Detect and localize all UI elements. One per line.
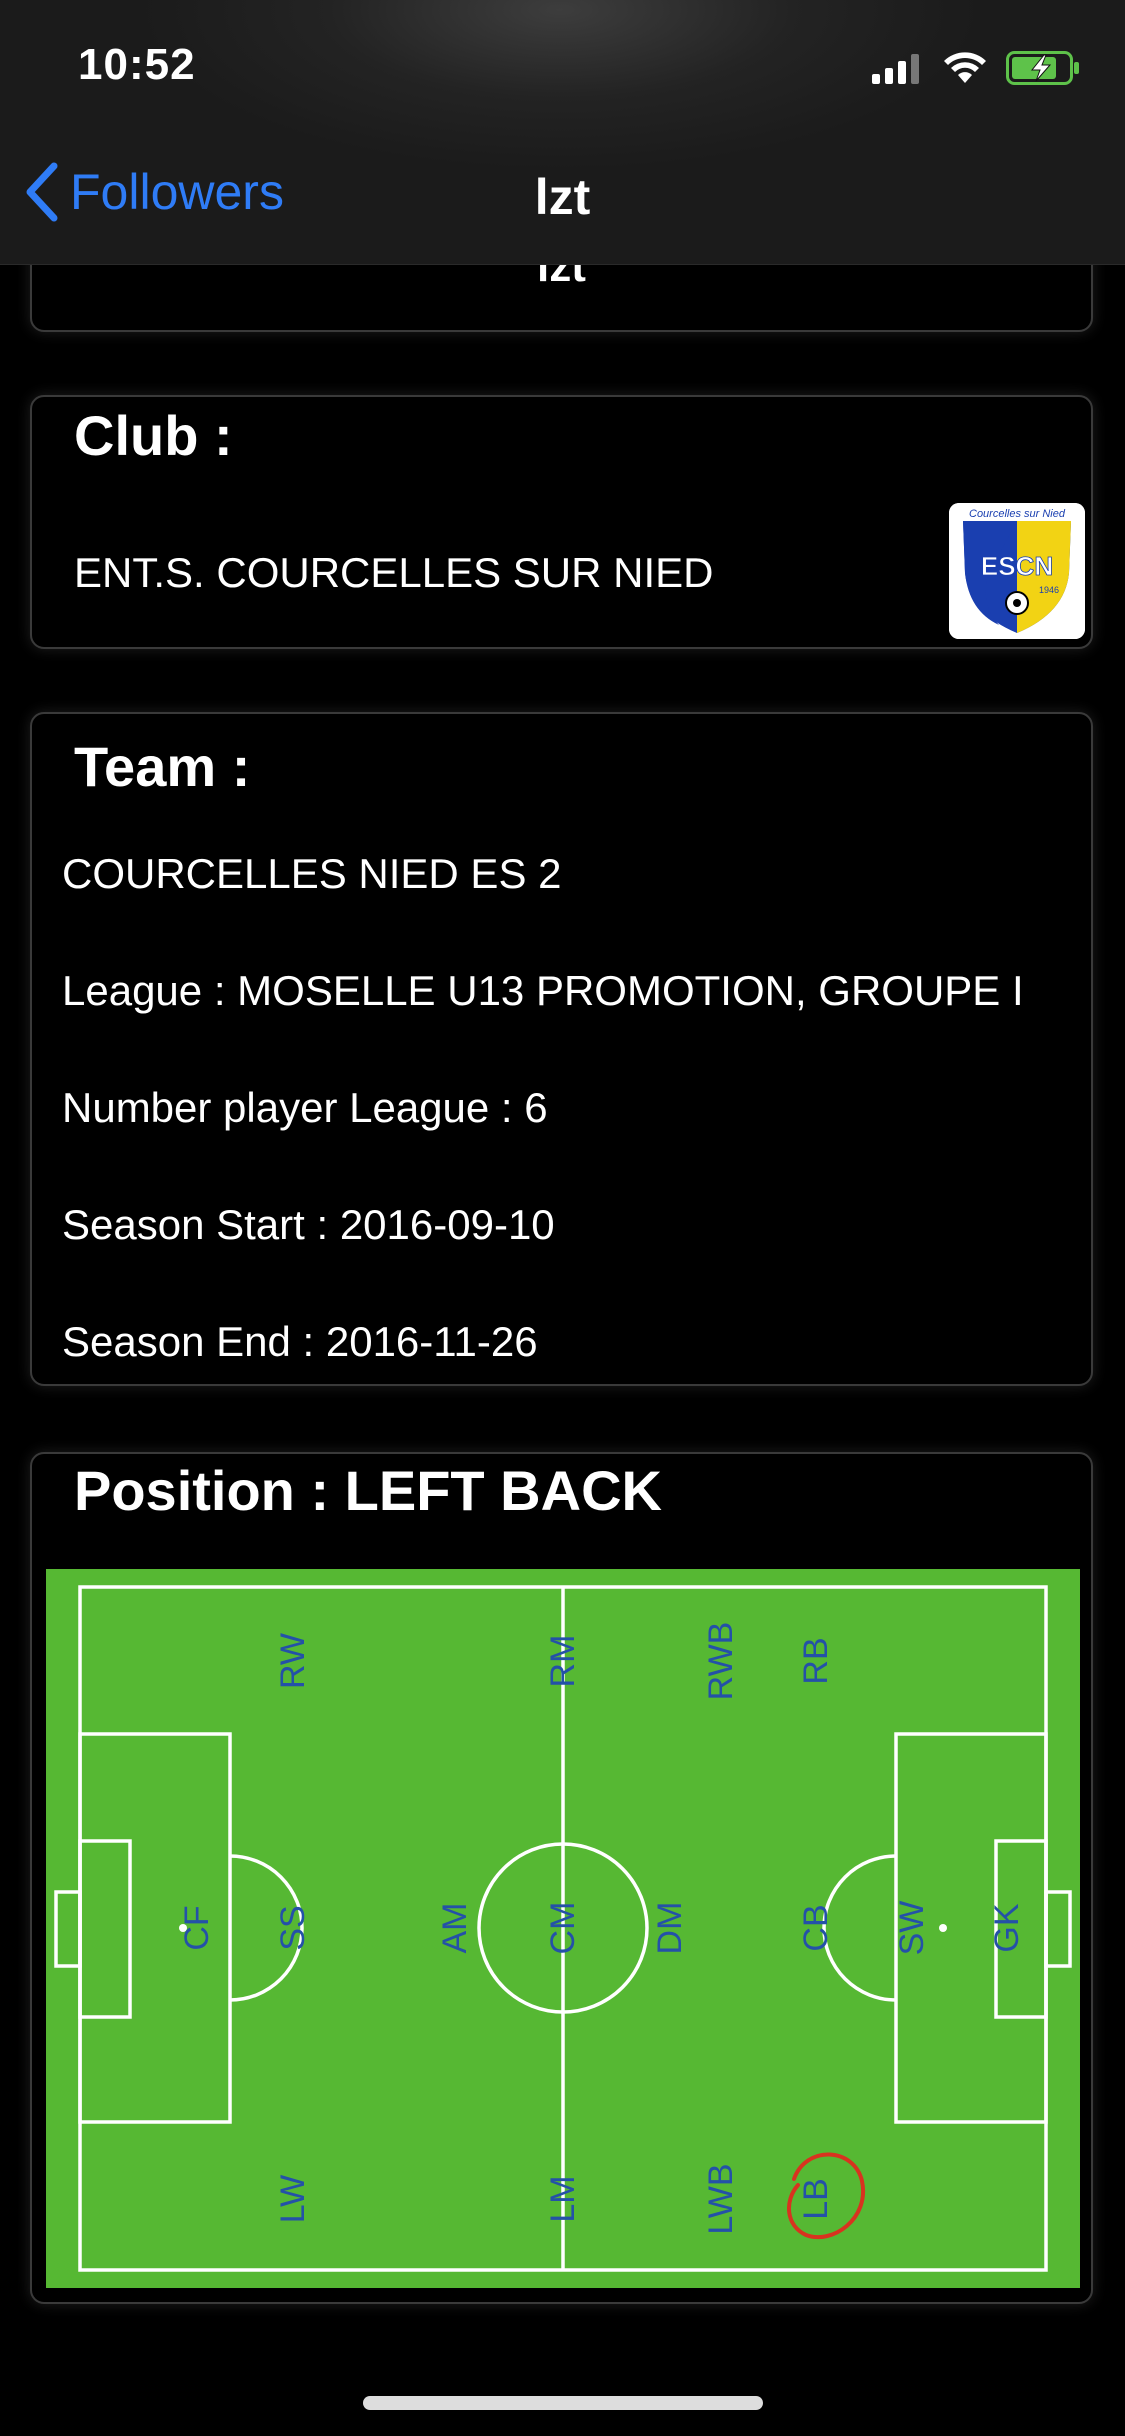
position-label-cb[interactable]: CB bbox=[797, 1904, 835, 1951]
status-time: 10:52 bbox=[78, 40, 196, 89]
position-label-rw[interactable]: RW bbox=[274, 1633, 312, 1689]
position-label-rm[interactable]: RM bbox=[544, 1635, 582, 1688]
team-season-end: Season End : 2016-11-26 bbox=[62, 1318, 538, 1365]
team-card: Team : COURCELLES NIED ES 2 League : MOS… bbox=[30, 712, 1093, 1386]
team-name: COURCELLES NIED ES 2 bbox=[62, 850, 562, 897]
position-label-lw[interactable]: LW bbox=[274, 2175, 312, 2223]
page-title: lzt bbox=[534, 169, 591, 225]
team-number-players: Number player League : 6 bbox=[62, 1084, 548, 1131]
position-title: Position : LEFT BACK bbox=[74, 1459, 662, 1522]
svg-text:1946: 1946 bbox=[1039, 585, 1059, 595]
team-league: League : MOSELLE U13 PROMOTION, GROUPE I bbox=[62, 967, 1024, 1014]
position-label-rwb[interactable]: RWB bbox=[702, 1622, 740, 1701]
battery-charging-icon bbox=[1006, 51, 1079, 85]
position-label-am[interactable]: AM bbox=[436, 1903, 474, 1954]
team-season-start: Season Start : 2016-09-10 bbox=[62, 1201, 555, 1248]
status-icons bbox=[872, 48, 1080, 88]
home-indicator[interactable] bbox=[363, 2396, 763, 2410]
position-label-lwb[interactable]: LWB bbox=[702, 2163, 740, 2234]
club-card: Club : ENT.S. COURCELLES SUR NIED Cource… bbox=[30, 395, 1093, 649]
svg-text:Courcelles sur Nied: Courcelles sur Nied bbox=[969, 508, 1066, 520]
navigation-bar: 10:52 Followers lzt bbox=[0, 0, 1125, 265]
position-card: Position : LEFT BACK RW RM RWB RB CF SS bbox=[30, 1452, 1093, 2304]
position-label-lb[interactable]: LB bbox=[797, 2178, 835, 2220]
cellular-signal-icon bbox=[872, 54, 919, 84]
position-label-ss[interactable]: SS bbox=[274, 1905, 312, 1950]
position-label-sw[interactable]: SW bbox=[893, 1901, 931, 1956]
team-title: Team : bbox=[74, 735, 251, 798]
club-crest-icon: Courcelles sur Nied ESCN 1946 bbox=[949, 503, 1085, 639]
svg-text:ESCN: ESCN bbox=[981, 551, 1053, 581]
position-label-lm[interactable]: LM bbox=[544, 2175, 582, 2222]
club-title: Club : bbox=[74, 404, 233, 467]
club-logo: Courcelles sur Nied ESCN 1946 bbox=[949, 503, 1085, 639]
position-label-dm[interactable]: DM bbox=[651, 1902, 689, 1955]
wifi-icon bbox=[944, 52, 986, 83]
club-name: ENT.S. COURCELLES SUR NIED bbox=[74, 549, 714, 596]
position-label-cf[interactable]: CF bbox=[178, 1905, 216, 1950]
position-label-gk[interactable]: GK bbox=[988, 1903, 1026, 1952]
football-pitch: RW RM RWB RB CF SS AM CM DM CB SW GK LW … bbox=[46, 1569, 1080, 2288]
position-label-rb[interactable]: RB bbox=[797, 1637, 835, 1684]
position-label-cm[interactable]: CM bbox=[544, 1902, 582, 1955]
